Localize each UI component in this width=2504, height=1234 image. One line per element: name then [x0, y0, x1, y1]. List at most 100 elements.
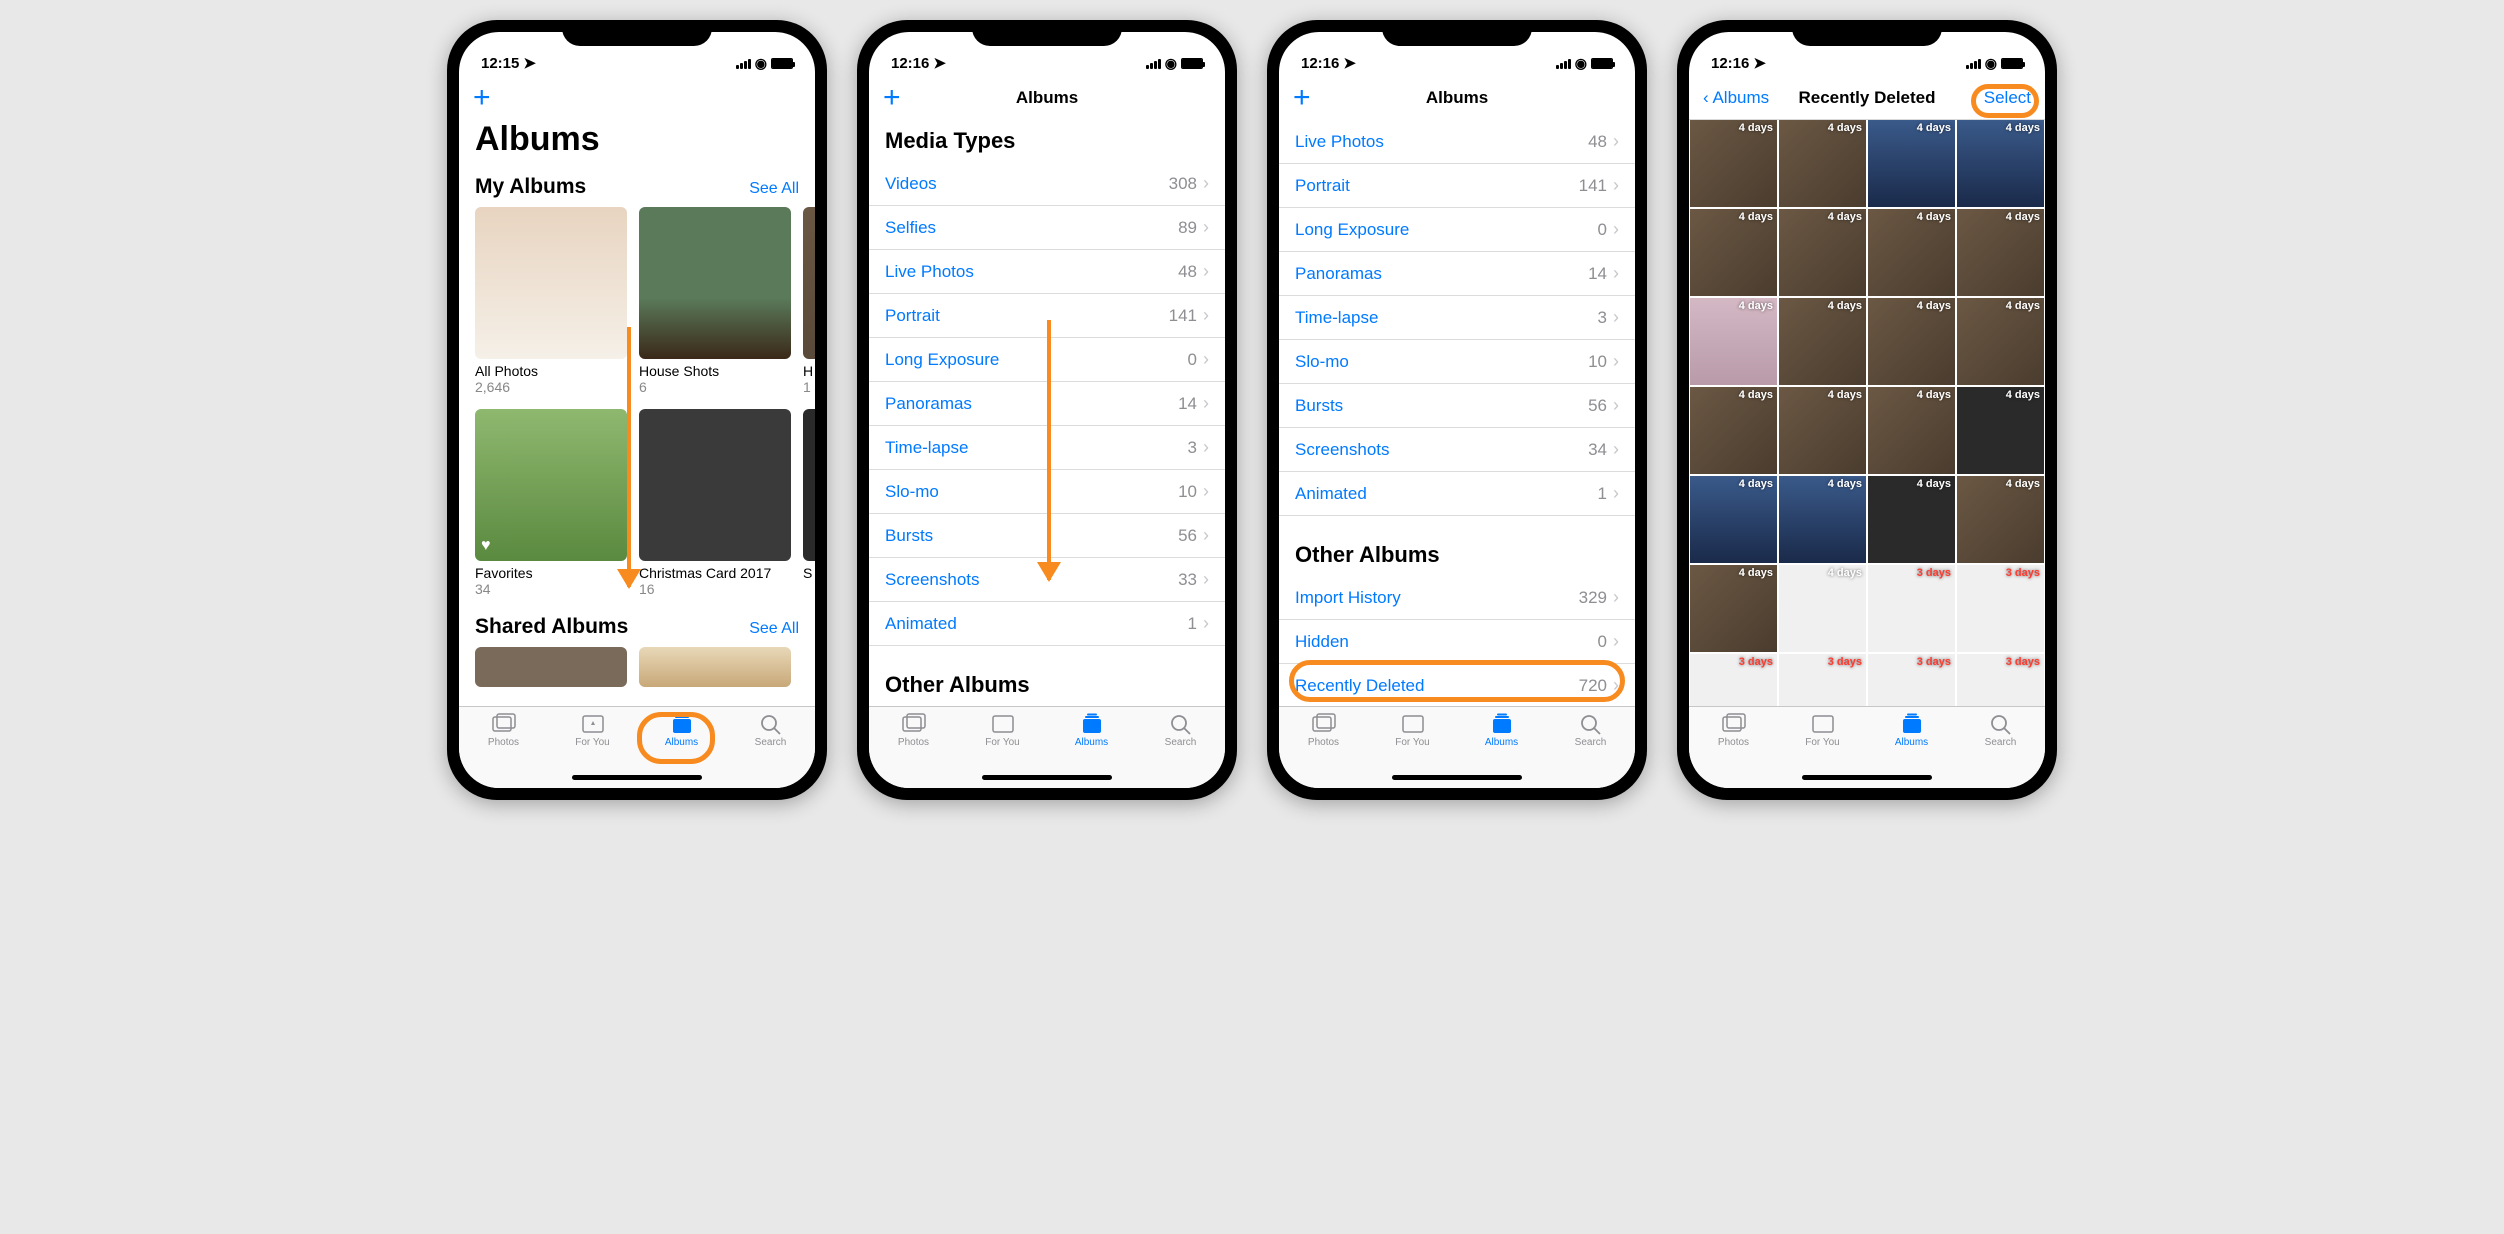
list-row[interactable]: Portrait141› [1279, 164, 1635, 208]
home-indicator[interactable] [572, 775, 702, 780]
tab-label: Search [1165, 737, 1197, 748]
album-item[interactable]: H 1 [803, 207, 815, 395]
list-row[interactable]: Import History329› [1279, 576, 1635, 620]
list-row[interactable]: Hidden0› [1279, 620, 1635, 664]
album-item[interactable] [639, 647, 791, 687]
days-remaining-label: 4 days [1828, 478, 1862, 490]
scroll-arrow-annotation [627, 327, 631, 587]
photo-cell[interactable]: 4 days [1779, 209, 1866, 296]
list-row[interactable]: Panoramas14› [1279, 252, 1635, 296]
wifi-icon: ◉ [1165, 55, 1177, 72]
tab-search[interactable]: Search [1956, 713, 2045, 788]
add-button[interactable]: + [1293, 83, 1311, 113]
photo-cell[interactable]: 4 days [1779, 120, 1866, 207]
photo-cell[interactable]: 4 days [1690, 120, 1777, 207]
scroll-arrow-annotation [1047, 320, 1051, 580]
row-value: 3 [1188, 438, 1197, 458]
battery-icon [1181, 58, 1203, 69]
tab-photos[interactable]: Photos [459, 713, 548, 788]
list-row[interactable]: Screenshots34› [1279, 428, 1635, 472]
row-value: 720 [1579, 676, 1607, 696]
album-count: 16 [639, 581, 791, 597]
nav-bar: ‹ Albums Recently Deleted Select [1689, 76, 2045, 120]
list-row[interactable]: Time-lapse3› [1279, 296, 1635, 340]
select-button[interactable]: Select [1984, 88, 2031, 108]
tab-photos[interactable]: Photos [1279, 713, 1368, 788]
home-indicator[interactable] [982, 775, 1112, 780]
photo-cell[interactable]: 3 days [1868, 654, 1955, 706]
album-item[interactable]: House Shots 6 [639, 207, 791, 395]
photo-cell[interactable]: 4 days [1957, 120, 2044, 207]
list-row[interactable]: Recently Deleted720› [1279, 664, 1635, 706]
row-label: Hidden [1295, 632, 1598, 652]
list-row[interactable]: Live Photos48› [1279, 120, 1635, 164]
list-row[interactable]: Long Exposure0› [1279, 208, 1635, 252]
photo-cell[interactable]: 4 days [1779, 298, 1866, 385]
days-remaining-label: 4 days [1917, 389, 1951, 401]
photos-icon [901, 713, 927, 735]
tab-search[interactable]: Search [1136, 713, 1225, 788]
list-row[interactable]: Animated1› [1279, 472, 1635, 516]
photo-cell[interactable]: 4 days [1868, 209, 1955, 296]
tab-search[interactable]: Search [1546, 713, 1635, 788]
photo-cell[interactable]: 4 days [1690, 476, 1777, 563]
photo-cell[interactable]: 4 days [1957, 387, 2044, 474]
photo-cell[interactable]: 3 days [1957, 654, 2044, 706]
battery-icon [2001, 58, 2023, 69]
photo-cell[interactable]: 4 days [1868, 387, 1955, 474]
photo-cell[interactable]: 4 days [1868, 298, 1955, 385]
row-label: Animated [1295, 484, 1598, 504]
photo-cell[interactable]: 3 days [1868, 565, 1955, 652]
see-all-link[interactable]: See All [749, 180, 799, 198]
see-all-link[interactable]: See All [749, 620, 799, 638]
photo-cell[interactable]: 3 days [1779, 654, 1866, 706]
days-remaining-label: 4 days [1917, 300, 1951, 312]
tab-search[interactable]: Search [726, 713, 815, 788]
album-name: Favorites [475, 565, 627, 581]
photo-cell[interactable]: 4 days [1779, 476, 1866, 563]
tab-photos[interactable]: Photos [869, 713, 958, 788]
photo-cell[interactable]: 4 days [1957, 298, 2044, 385]
photo-grid: 4 days4 days4 days4 days4 days4 days4 da… [1689, 120, 2045, 706]
add-button[interactable]: + [883, 83, 901, 113]
albums-icon [669, 713, 695, 735]
row-value: 1 [1188, 614, 1197, 634]
photo-cell[interactable]: 4 days [1690, 565, 1777, 652]
home-indicator[interactable] [1802, 775, 1932, 780]
album-item[interactable]: All Photos 2,646 [475, 207, 627, 395]
list-row[interactable]: Bursts56› [1279, 384, 1635, 428]
search-icon [1988, 713, 2014, 735]
album-item[interactable]: S [803, 409, 815, 597]
photo-cell[interactable]: 4 days [1690, 298, 1777, 385]
list-row[interactable]: Videos308› [869, 162, 1225, 206]
tab-label: For You [575, 737, 609, 748]
back-button[interactable]: ‹ Albums [1703, 88, 1769, 108]
list-row[interactable]: Slo-mo10› [1279, 340, 1635, 384]
list-row[interactable]: Selfies89› [869, 206, 1225, 250]
photo-cell[interactable]: 4 days [1779, 387, 1866, 474]
days-remaining-label: 4 days [1828, 211, 1862, 223]
list-row[interactable]: Animated1› [869, 602, 1225, 646]
location-icon: ➤ [1343, 54, 1356, 72]
home-indicator[interactable] [1392, 775, 1522, 780]
photo-cell[interactable]: 4 days [1868, 476, 1955, 563]
photo-cell[interactable]: 4 days [1957, 209, 2044, 296]
photo-cell[interactable]: 4 days [1690, 209, 1777, 296]
album-item[interactable]: ♥ Favorites 34 [475, 409, 627, 597]
photo-cell[interactable]: 3 days [1690, 654, 1777, 706]
row-label: Selfies [885, 218, 1178, 238]
add-button[interactable]: + [473, 83, 491, 113]
photo-cell[interactable]: 4 days [1779, 565, 1866, 652]
album-thumb [475, 647, 627, 687]
albums-icon [1899, 713, 1925, 735]
photo-cell[interactable]: 4 days [1957, 476, 2044, 563]
photo-cell[interactable]: 4 days [1690, 387, 1777, 474]
album-item[interactable] [475, 647, 627, 687]
list-row[interactable]: Live Photos48› [869, 250, 1225, 294]
album-item[interactable]: Christmas Card 2017 16 [639, 409, 791, 597]
tab-photos[interactable]: Photos [1689, 713, 1778, 788]
album-thumb [803, 207, 815, 359]
photo-cell[interactable]: 3 days [1957, 565, 2044, 652]
row-value: 89 [1178, 218, 1197, 238]
photo-cell[interactable]: 4 days [1868, 120, 1955, 207]
